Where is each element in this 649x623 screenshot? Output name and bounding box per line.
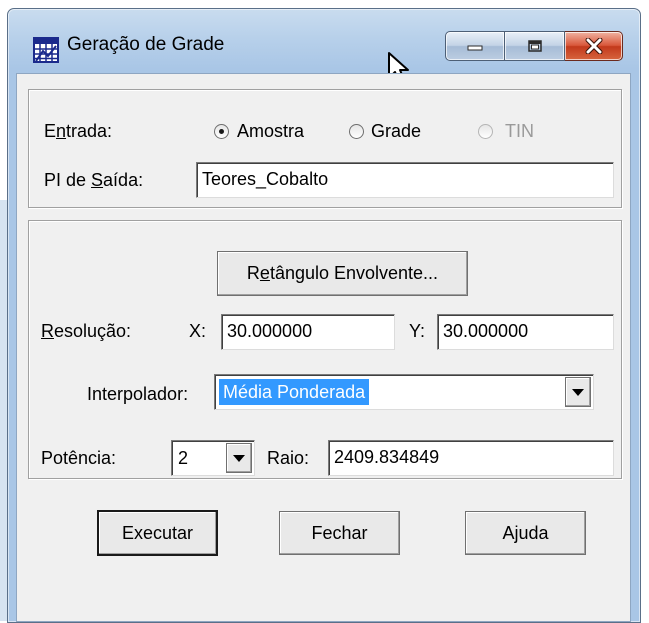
resolucao-x-label: X: [189, 321, 207, 341]
dialog-window: Geração de Grade Entrada: Amostra Grade … [7, 8, 641, 623]
radio-amostra[interactable] [214, 124, 229, 139]
radio-grade-label: Grade [371, 121, 422, 141]
window-title: Geração de Grade [67, 34, 225, 55]
ajuda-button[interactable]: Ajuda [465, 511, 586, 555]
maximize-button[interactable] [505, 31, 565, 61]
potencia-dropdown-button[interactable] [226, 443, 252, 473]
resolucao-y-label: Y: [409, 321, 426, 341]
potencia-select[interactable]: 2 [171, 440, 255, 476]
close-button[interactable] [565, 31, 623, 61]
executar-button[interactable]: Executar [97, 510, 218, 556]
fechar-button[interactable]: Fechar [279, 511, 400, 555]
resolucao-x-input[interactable]: 30.000000 [221, 314, 395, 350]
retangulo-envolvente-button[interactable]: Re tângulo Envolvente... [217, 251, 468, 296]
raio-label: Raio: [267, 448, 310, 468]
resolucao-y-input[interactable]: 30.000000 [437, 314, 614, 350]
minimize-button[interactable] [445, 31, 505, 61]
radio-amostra-label: Amostra [237, 121, 305, 141]
interpolador-selected-value: Média Ponderada [219, 379, 370, 405]
pi-saida-label: PI de Saída: [44, 170, 144, 190]
title-bar[interactable]: Geração de Grade [8, 9, 640, 85]
interpolador-label: Interpolador: [87, 384, 189, 404]
pi-saida-input[interactable]: Teores_Cobalto [196, 162, 614, 198]
raio-input[interactable]: 2409.834849 [328, 440, 614, 476]
chevron-down-icon [572, 388, 584, 396]
chevron-down-icon [233, 454, 245, 462]
entrada-label: Entrada: [44, 121, 113, 141]
radio-tin-label: TIN [505, 121, 534, 141]
interpolador-dropdown-button[interactable] [565, 377, 591, 407]
resolucao-label: Resolução: [41, 321, 132, 341]
potencia-label: Potência: [41, 448, 117, 468]
dialog-client-area: Entrada: Amostra Grade TIN PI de Saída: … [16, 73, 631, 622]
background-strip [0, 200, 7, 621]
radio-grade[interactable] [349, 124, 364, 139]
interpolador-select[interactable]: Média Ponderada [214, 374, 594, 410]
close-icon [585, 38, 602, 54]
potencia-selected-value: 2 [178, 448, 189, 468]
maximize-icon [527, 40, 542, 52]
radio-tin[interactable] [478, 124, 493, 139]
grid-table-icon [33, 37, 59, 63]
minimize-icon [467, 45, 483, 51]
